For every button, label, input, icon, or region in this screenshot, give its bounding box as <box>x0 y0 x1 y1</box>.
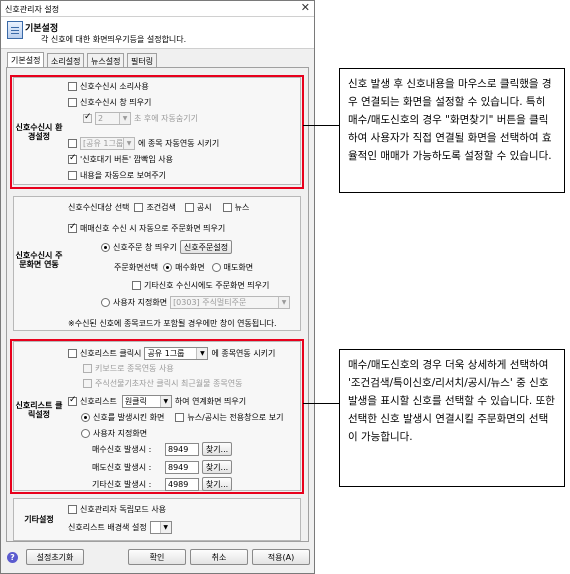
order-window-option[interactable]: 신호주문 창 띄우기 신호주문설정 <box>101 240 232 254</box>
highlight-box-2 <box>10 339 304 494</box>
settings-icon <box>7 21 23 39</box>
header-title: 기본설정 <box>25 24 59 34</box>
apply-button[interactable]: 적용(A) <box>252 549 310 565</box>
header-description: 각 신호에 대한 화면띄우기등을 설정합니다. <box>41 35 187 44</box>
buy-screen-label: 매수화면 <box>175 263 205 272</box>
tab-news[interactable]: 뉴스설정 <box>87 53 125 68</box>
order-setting-button[interactable]: 신호주문설정 <box>179 240 232 254</box>
settings-dialog: 신호관리자 설정 ✕ 기본설정 각 신호에 대한 화면띄우기등을 설정합니다. … <box>0 0 315 574</box>
cancel-button[interactable]: 취소 <box>190 549 248 565</box>
bg-color-picker[interactable]: ▼ <box>149 521 172 534</box>
other-signal-label: 기타신호 수신시에도 주문화면 띄우기 <box>144 281 270 290</box>
cond-search-label: 조건검색 <box>146 203 176 212</box>
bg-color-row: 신호리스트 배경색 설정 ▼ <box>68 521 172 534</box>
user-screen-option: 사용자 지정화면 [0303] 주식멀티주문 ▼ <box>101 296 291 309</box>
standalone-checkbox[interactable] <box>68 505 77 514</box>
news-checkbox[interactable] <box>222 203 232 212</box>
auto-open-checkbox[interactable] <box>68 222 77 233</box>
help-icon[interactable]: ? <box>7 552 18 563</box>
bg-color-label: 신호리스트 배경색 설정 <box>68 523 147 532</box>
highlight-box-1 <box>10 75 304 189</box>
other-signal-checkbox[interactable] <box>132 281 141 290</box>
screen-select-row: 주문화면선택 매수화면 매도화면 <box>114 262 253 273</box>
user-screen-combo[interactable]: [0303] 주식멀티주문 ▼ <box>170 296 291 309</box>
news-label: 뉴스 <box>234 203 250 212</box>
auto-open-label: 매매신호 수신 시 자동으로 주문화면 띄우기 <box>80 224 226 233</box>
tab-sound[interactable]: 소리설정 <box>47 53 85 68</box>
other-signal-option[interactable]: 기타신호 수신시에도 주문화면 띄우기 <box>132 280 269 291</box>
callout-bottom: 매수/매도신호의 경우 더욱 상세하게 선택하여 '조건검색/특이신호/리서치/… <box>339 349 565 487</box>
tab-filter[interactable]: 필터링 <box>127 53 158 68</box>
order-link-note: ※수신된 신호에 종목코드가 포함될 경우에만 창이 연동됩니다. <box>68 319 277 328</box>
user-screen-combo-value: [0303] 주식멀티주문 <box>173 298 247 307</box>
target-select-label: 신호수신대상 선택 <box>68 203 130 212</box>
ok-button[interactable]: 확인 <box>128 549 186 565</box>
notice-checkbox[interactable] <box>184 203 194 212</box>
cond-search-checkbox[interactable] <box>134 203 144 212</box>
sell-screen-radio[interactable] <box>211 263 221 272</box>
notice-label: 공시 <box>196 203 212 212</box>
auto-open-option[interactable]: 매매신호 수신 시 자동으로 주문화면 띄우기 <box>68 222 226 234</box>
order-window-radio[interactable] <box>101 242 110 252</box>
target-select-row: 신호수신대상 선택 조건검색 공시 뉴스 <box>68 202 249 213</box>
title-bar: 신호관리자 설정 ✕ <box>1 1 314 17</box>
sell-screen-label: 매도화면 <box>223 263 254 272</box>
connector-line-1 <box>303 125 339 126</box>
dialog-header: 기본설정 각 신호에 대한 화면띄우기등을 설정합니다. <box>1 17 314 49</box>
group-etc-label: 기타설정 <box>24 515 54 524</box>
chevron-down-icon: ▼ <box>278 297 290 308</box>
reset-button[interactable]: 설정초기화 <box>26 549 84 565</box>
order-window-label: 신호주문 창 띄우기 <box>113 242 177 252</box>
buy-screen-radio[interactable] <box>163 263 173 272</box>
callout-top: 신호 발생 후 신호내용을 마우스로 클릭했을 경우 연결되는 화면을 설정할 … <box>339 68 565 193</box>
screen-select-label: 주문화면선택 <box>114 263 159 272</box>
connector-line-2 <box>303 403 339 404</box>
chevron-down-icon: ▼ <box>159 522 171 533</box>
window-title: 신호관리자 설정 <box>5 5 60 14</box>
standalone-option[interactable]: 신호관리자 독립모드 사용 <box>68 504 166 515</box>
user-screen-radio[interactable] <box>101 298 110 307</box>
group-order-link-label: 신호수신시 주문화면 연동 <box>15 251 63 269</box>
close-icon[interactable]: ✕ <box>301 2 310 14</box>
user-screen-label: 사용자 지정화면 <box>113 298 168 307</box>
standalone-label: 신호관리자 독립모드 사용 <box>80 505 167 514</box>
